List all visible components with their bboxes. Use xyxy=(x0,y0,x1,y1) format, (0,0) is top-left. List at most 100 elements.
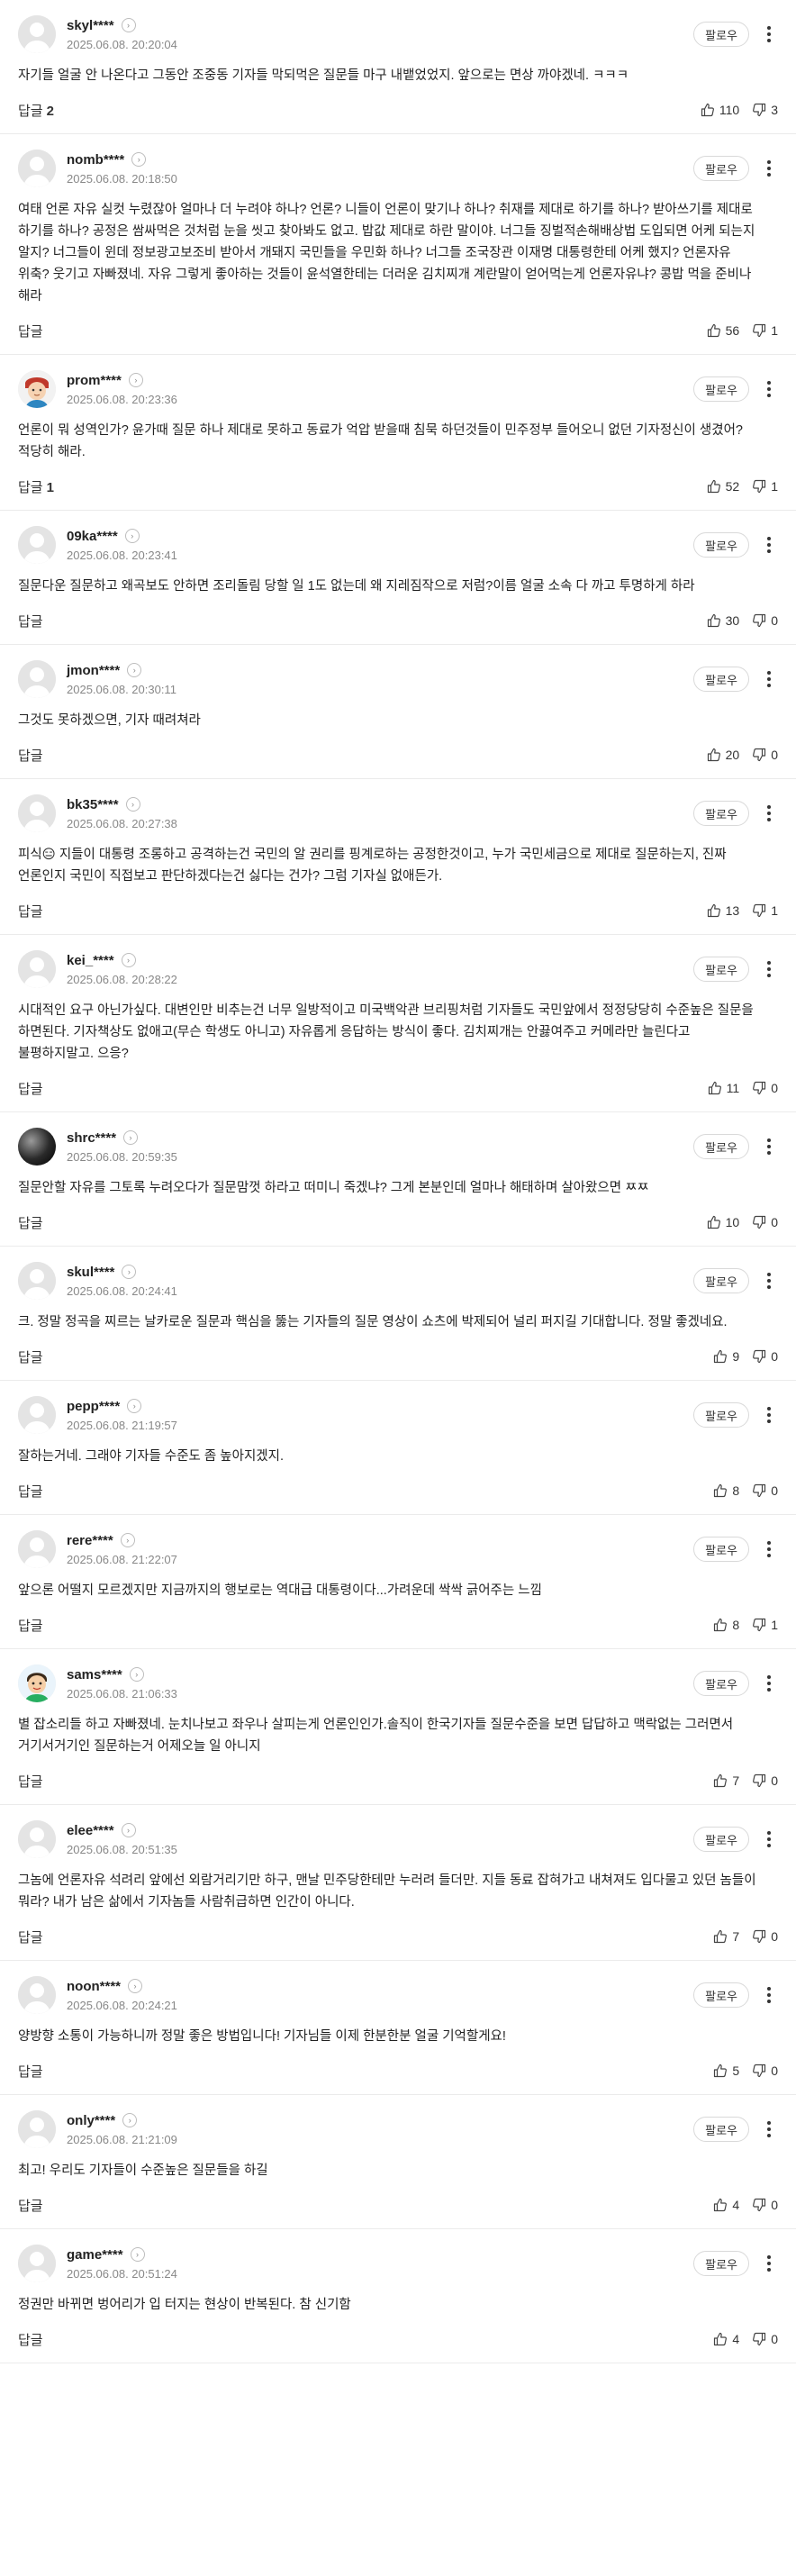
like-button[interactable]: 7 xyxy=(713,1773,739,1788)
reply-button[interactable]: 답글 xyxy=(18,746,47,765)
reply-button[interactable]: 답글 xyxy=(18,1347,47,1366)
dislike-button[interactable]: 0 xyxy=(752,1349,778,1364)
reply-button[interactable]: 답글 xyxy=(18,1213,47,1232)
reply-button[interactable]: 답글 xyxy=(18,2062,47,2081)
avatar[interactable] xyxy=(18,150,56,187)
avatar[interactable] xyxy=(18,2245,56,2282)
more-options-icon[interactable] xyxy=(760,2251,778,2276)
avatar[interactable] xyxy=(18,1976,56,2014)
author-nickname[interactable]: skul**** xyxy=(67,1265,114,1280)
author-nickname[interactable]: noon**** xyxy=(67,1979,121,1994)
like-button[interactable]: 56 xyxy=(707,323,739,338)
author-nickname[interactable]: 09ka**** xyxy=(67,529,118,544)
more-options-icon[interactable] xyxy=(760,22,778,47)
like-button[interactable]: 9 xyxy=(713,1349,739,1364)
author-nickname[interactable]: pepp**** xyxy=(67,1399,120,1414)
more-options-icon[interactable] xyxy=(760,156,778,181)
like-button[interactable]: 30 xyxy=(707,613,739,628)
avatar[interactable] xyxy=(18,950,56,988)
more-options-icon[interactable] xyxy=(760,801,778,826)
chevron-right-icon[interactable]: › xyxy=(130,2247,145,2262)
more-options-icon[interactable] xyxy=(760,1402,778,1428)
dislike-button[interactable]: 0 xyxy=(752,2064,778,2078)
more-options-icon[interactable] xyxy=(760,1982,778,2008)
reply-button[interactable]: 답글 xyxy=(18,612,47,630)
like-button[interactable]: 11 xyxy=(708,1081,739,1095)
dislike-button[interactable]: 0 xyxy=(752,748,778,762)
avatar[interactable] xyxy=(18,1128,56,1166)
like-button[interactable]: 10 xyxy=(707,1215,739,1229)
avatar[interactable] xyxy=(18,660,56,698)
chevron-right-icon[interactable]: › xyxy=(122,1265,137,1279)
avatar[interactable] xyxy=(18,526,56,564)
chevron-right-icon[interactable]: › xyxy=(128,1979,142,1993)
chevron-right-icon[interactable]: › xyxy=(121,18,136,32)
like-button[interactable]: 20 xyxy=(707,748,739,762)
follow-button[interactable]: 팔로우 xyxy=(693,532,749,558)
like-button[interactable]: 4 xyxy=(713,2198,739,2212)
follow-button[interactable]: 팔로우 xyxy=(693,156,749,181)
avatar[interactable] xyxy=(18,1262,56,1300)
like-button[interactable]: 13 xyxy=(707,903,739,918)
more-options-icon[interactable] xyxy=(760,1827,778,1852)
author-nickname[interactable]: nomb**** xyxy=(67,152,124,168)
follow-button[interactable]: 팔로우 xyxy=(693,376,749,402)
like-button[interactable]: 8 xyxy=(713,1618,739,1632)
follow-button[interactable]: 팔로우 xyxy=(693,1671,749,1696)
avatar[interactable] xyxy=(18,2110,56,2148)
more-options-icon[interactable] xyxy=(760,667,778,692)
chevron-right-icon[interactable]: › xyxy=(125,797,140,812)
author-nickname[interactable]: skyl**** xyxy=(67,18,114,33)
chevron-right-icon[interactable]: › xyxy=(121,1823,136,1837)
author-nickname[interactable]: prom**** xyxy=(67,373,122,388)
dislike-button[interactable]: 0 xyxy=(752,613,778,628)
dislike-button[interactable]: 0 xyxy=(752,1215,778,1229)
follow-button[interactable]: 팔로우 xyxy=(693,957,749,982)
follow-button[interactable]: 팔로우 xyxy=(693,1982,749,2008)
follow-button[interactable]: 팔로우 xyxy=(693,1827,749,1852)
dislike-button[interactable]: 1 xyxy=(752,323,778,338)
avatar[interactable] xyxy=(18,15,56,53)
more-options-icon[interactable] xyxy=(760,2117,778,2142)
avatar[interactable] xyxy=(18,1530,56,1568)
dislike-button[interactable]: 1 xyxy=(752,479,778,494)
chevron-right-icon[interactable]: › xyxy=(124,529,140,543)
reply-button[interactable]: 답글 xyxy=(18,1079,47,1098)
dislike-button[interactable]: 3 xyxy=(752,103,778,117)
like-button[interactable]: 110 xyxy=(701,103,739,117)
reply-button[interactable]: 답글 xyxy=(18,1772,47,1791)
avatar[interactable] xyxy=(18,1820,56,1858)
follow-button[interactable]: 팔로우 xyxy=(693,801,749,826)
follow-button[interactable]: 팔로우 xyxy=(693,667,749,692)
chevron-right-icon[interactable]: › xyxy=(127,663,142,677)
chevron-right-icon[interactable]: › xyxy=(127,1399,142,1413)
reply-button[interactable]: 답글 xyxy=(18,1927,47,1946)
more-options-icon[interactable] xyxy=(760,1671,778,1696)
reply-button[interactable]: 답글 2 xyxy=(18,101,54,120)
follow-button[interactable]: 팔로우 xyxy=(693,1402,749,1428)
dislike-button[interactable]: 1 xyxy=(752,1618,778,1632)
avatar[interactable] xyxy=(18,1664,56,1702)
chevron-right-icon[interactable]: › xyxy=(121,953,136,967)
like-button[interactable]: 4 xyxy=(713,2332,739,2346)
avatar[interactable] xyxy=(18,370,56,408)
more-options-icon[interactable] xyxy=(760,1268,778,1293)
more-options-icon[interactable] xyxy=(760,1134,778,1159)
dislike-button[interactable]: 0 xyxy=(752,1773,778,1788)
like-button[interactable]: 7 xyxy=(713,1929,739,1944)
chevron-right-icon[interactable]: › xyxy=(122,2113,138,2127)
author-nickname[interactable]: rere**** xyxy=(67,1533,113,1548)
follow-button[interactable]: 팔로우 xyxy=(693,22,749,47)
dislike-button[interactable]: 0 xyxy=(752,2332,778,2346)
like-button[interactable]: 8 xyxy=(713,1483,739,1498)
reply-button[interactable]: 답글 xyxy=(18,1616,47,1635)
author-nickname[interactable]: jmon**** xyxy=(67,663,120,678)
author-nickname[interactable]: game**** xyxy=(67,2247,123,2263)
reply-button[interactable]: 답글 xyxy=(18,902,47,921)
follow-button[interactable]: 팔로우 xyxy=(693,2251,749,2276)
like-button[interactable]: 52 xyxy=(707,479,739,494)
chevron-right-icon[interactable]: › xyxy=(123,1130,139,1145)
reply-button[interactable]: 답글 1 xyxy=(18,477,54,496)
chevron-right-icon[interactable]: › xyxy=(131,152,147,167)
follow-button[interactable]: 팔로우 xyxy=(693,1537,749,1562)
